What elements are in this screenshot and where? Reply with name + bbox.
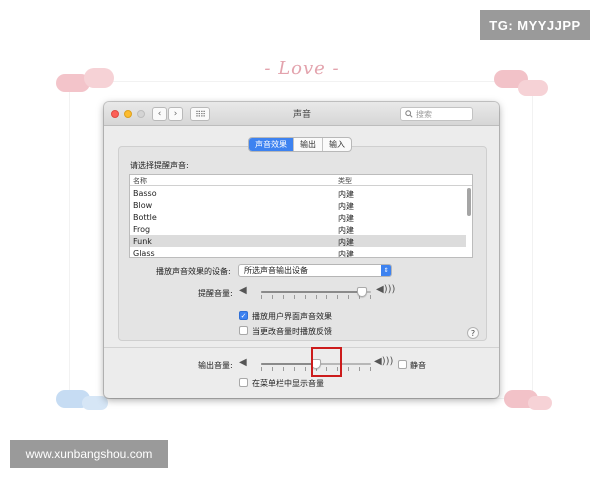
table-row[interactable]: Blow 内建 [130,199,466,211]
show-volume-menubar-checkbox[interactable] [239,378,248,387]
mute-checkbox[interactable] [398,360,407,369]
speaker-high-icon: ◀))) [374,356,394,367]
device-value: 所选声音输出设备 [244,266,308,275]
zoom-window-button[interactable] [137,110,145,118]
slider-tick [261,367,262,371]
close-window-button[interactable] [111,110,119,118]
heart-icon [518,80,548,96]
alert-volume-ticks [261,295,371,299]
search-placeholder: 搜索 [416,109,432,119]
speaker-low-icon: ◀ [239,357,247,368]
title-bar[interactable]: ‹ › ⠿⠿ 声音 搜索 [104,102,499,126]
table-row[interactable]: Bottle 内建 [130,211,466,223]
slider-tick [271,295,273,299]
watermark-url: www.xunbangshou.com [10,440,168,468]
output-volume-label: 输出音量: [198,361,233,370]
ui-sound-effects-checkbox[interactable]: ✓ [239,311,248,320]
sound-type: 内建 [338,250,354,258]
mute-label[interactable]: 静音 [410,360,426,371]
slider-tick [370,367,371,371]
stage: - Love - TG: MYYJJPP www.xunbangshou.com… [0,0,600,480]
slider-tick [326,295,328,299]
chevron-updown-icon: ⇕ [381,265,391,276]
table-row[interactable]: Glass 内建 [130,247,466,258]
tab-bar: 声音效果 输出 输入 [248,137,352,152]
table-scrollbar[interactable] [467,188,471,216]
slider-tick [282,295,284,299]
ui-sound-effects-label[interactable]: 播放用户界面声音效果 [252,311,332,322]
minimize-window-button[interactable] [124,110,132,118]
tab-output[interactable]: 输出 [293,138,322,151]
table-row[interactable]: Frog 内建 [130,223,466,235]
slider-tick [282,367,284,371]
heart-icon [84,68,114,88]
alert-sound-table[interactable]: 名称 类型 Basso 内建 Blow 内建 Bottle 内建 Frog 内建… [129,174,473,258]
table-header: 名称 类型 [130,175,472,186]
slider-tick [370,295,371,299]
av-fill [261,291,363,293]
sound-name: Frog [133,225,151,234]
sound-name: Bottle [133,213,157,222]
table-row[interactable]: Basso 内建 [130,187,466,199]
back-icon[interactable]: ‹ [152,107,167,121]
alert-volume-label: 提醒音量: [198,289,233,298]
help-button[interactable]: ? [467,327,479,339]
sound-name: Blow [133,201,153,210]
slider-tick [315,295,317,299]
watermark-tg: TG: MYYJJPP [480,10,590,40]
slider-tick [304,295,306,299]
slider-tick [261,295,262,299]
tab-sound-effects[interactable]: 声音效果 [249,138,293,151]
search-field[interactable]: 搜索 [400,107,473,121]
slider-tick [304,367,306,371]
heart-icon [528,396,552,410]
show-all-grid-icon[interactable]: ⠿⠿ [190,107,210,121]
slider-tick [359,367,361,371]
sound-name: Basso [133,189,157,198]
love-title: - Love - [264,58,340,79]
slider-tick [348,295,350,299]
sound-name: Funk [133,237,152,246]
ov-fill [261,363,316,365]
magnifier-icon [405,110,413,118]
slider-tick [293,295,295,299]
volume-feedback-label[interactable]: 当更改音量时播放反馈 [252,326,332,337]
slider-tick [348,367,350,371]
show-volume-menubar-label[interactable]: 在菜单栏中显示音量 [252,378,324,389]
speaker-high-icon: ◀))) [376,284,396,295]
sound-name: Glass [133,249,155,258]
window-title: 声音 [292,110,311,120]
sound-preferences-window: ‹ › ⠿⠿ 声音 搜索 声音效果 输出 输入 请选择提醒声音: 名称 类型 B… [104,102,499,398]
tab-input[interactable]: 输入 [322,138,351,151]
slider-tick [293,367,295,371]
slider-tick [271,367,273,371]
column-header-name[interactable]: 名称 [133,176,147,186]
heart-icon [82,396,108,410]
section-divider [104,347,499,348]
speaker-low-icon: ◀ [239,285,247,296]
device-popup-button[interactable]: 所选声音输出设备 ⇕ [238,264,392,277]
volume-feedback-checkbox[interactable] [239,326,248,335]
device-label: 播放声音效果的设备: [156,267,231,276]
column-header-type[interactable]: 类型 [338,176,352,186]
highlight-annotation-box [311,347,342,377]
table-row-selected[interactable]: Funk 内建 [130,235,466,247]
alert-sound-heading: 请选择提醒声音: [130,161,189,170]
forward-icon[interactable]: › [168,107,183,121]
slider-tick [337,295,339,299]
